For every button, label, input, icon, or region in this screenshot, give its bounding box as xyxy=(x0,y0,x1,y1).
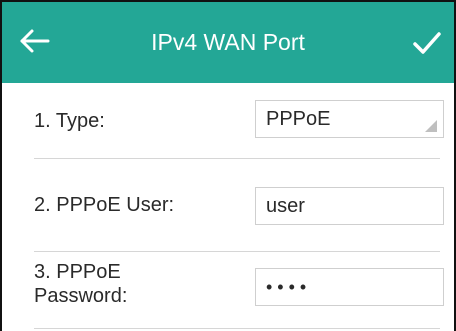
confirm-button[interactable] xyxy=(410,26,444,60)
type-select-value: PPPoE xyxy=(266,108,331,130)
arrow-left-icon xyxy=(20,29,50,53)
checkmark-icon xyxy=(413,32,441,54)
pppoe-password-label-line1: 3. PPPoE xyxy=(34,261,121,283)
pppoe-password-label: 3. PPPoE Password: xyxy=(34,260,127,308)
pppoe-user-label: 2. PPPoE User: xyxy=(34,194,175,216)
pppoe-password-row: 3. PPPoE Password: •••• xyxy=(2,252,454,331)
type-row: 1. Type: PPPoE xyxy=(2,83,454,159)
back-button[interactable] xyxy=(18,24,52,58)
screen: IPv4 WAN Port 1. Type: PPPoE 2. PPPoE Us… xyxy=(0,0,456,331)
pppoe-user-row: 2. PPPoE User: user xyxy=(2,159,454,252)
pppoe-password-masked-value: •••• xyxy=(266,277,312,297)
divider xyxy=(34,328,440,329)
type-select[interactable]: PPPoE xyxy=(255,100,444,138)
page-title: IPv4 WAN Port xyxy=(151,29,305,55)
pppoe-user-value: user xyxy=(266,195,305,217)
pppoe-user-input[interactable]: user xyxy=(255,187,444,225)
title-bar: IPv4 WAN Port xyxy=(2,2,454,83)
pppoe-password-input[interactable]: •••• xyxy=(255,268,444,306)
type-label: 1. Type: xyxy=(34,110,105,132)
pppoe-password-label-line2: Password: xyxy=(34,285,128,307)
dropdown-corner-icon xyxy=(425,120,437,132)
